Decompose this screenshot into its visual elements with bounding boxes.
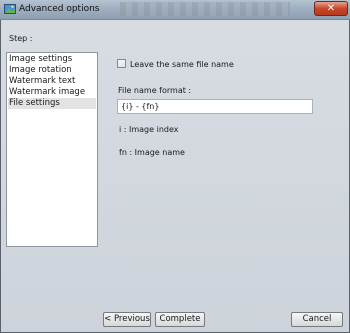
step-item-image-rotation[interactable]: Image rotation — [8, 65, 96, 76]
window-title: Advanced options — [19, 4, 100, 14]
step-list[interactable]: Image settings Image rotation Watermark … — [6, 52, 98, 247]
file-name-format-label: File name format : — [118, 86, 192, 95]
step-item-file-settings[interactable]: File settings — [8, 98, 96, 109]
complete-button[interactable]: Complete — [155, 312, 205, 327]
step-label: Step : — [9, 34, 33, 43]
advanced-options-window: Advanced options ✕ Step : Image settings… — [0, 0, 350, 333]
cancel-button[interactable]: Cancel — [291, 312, 343, 327]
same-name-checkbox[interactable] — [117, 59, 126, 68]
close-button[interactable]: ✕ — [314, 1, 348, 16]
title-watermark — [120, 2, 290, 16]
step-item-image-settings[interactable]: Image settings — [8, 54, 96, 65]
step-item-watermark-text[interactable]: Watermark text — [8, 76, 96, 87]
title-bar[interactable]: Advanced options ✕ — [0, 0, 350, 20]
image-name-hint: fn : Image name — [119, 148, 185, 157]
step-item-watermark-image[interactable]: Watermark image — [8, 87, 96, 98]
image-icon — [4, 3, 16, 15]
image-index-hint: i : Image index — [119, 125, 179, 134]
file-name-format-input[interactable]: {i} - {fn} — [117, 99, 313, 114]
previous-button[interactable]: < Previous — [103, 312, 151, 327]
same-name-label[interactable]: Leave the same file name — [130, 60, 234, 69]
